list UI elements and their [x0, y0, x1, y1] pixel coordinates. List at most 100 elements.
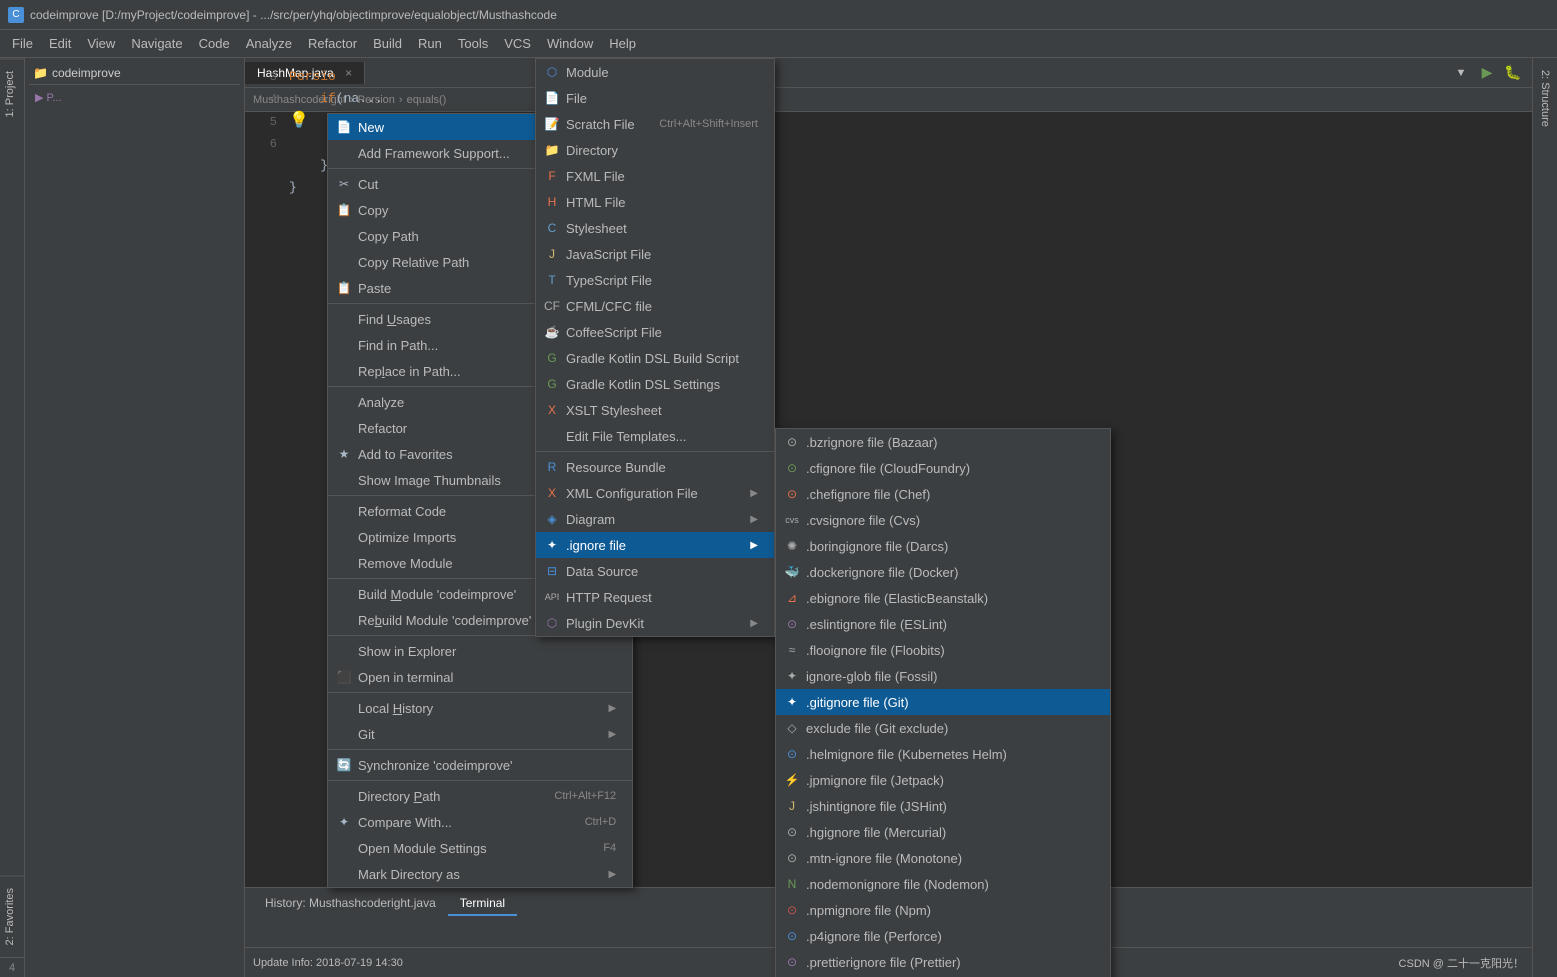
menu-item-label: Find Usages — [358, 312, 564, 327]
cut-icon: ✂ — [336, 176, 352, 192]
status-left: Update Info: 2018-07-19 14:30 — [253, 957, 403, 969]
menu-item-label: Copy Path — [358, 229, 536, 244]
menu-tools[interactable]: Tools — [450, 32, 496, 55]
menu-window[interactable]: Window — [539, 32, 601, 55]
menu-item-open-terminal[interactable]: ⬛ Open in terminal — [328, 664, 632, 690]
status-bar: Update Info: 2018-07-19 14:30 CSDN @ 二十一… — [245, 947, 1532, 977]
sidebar-tab-favorites[interactable]: 2: Favorites — [0, 875, 24, 957]
menu-item-git[interactable]: Git ▶ — [328, 721, 632, 747]
git-icon — [336, 726, 352, 742]
code-line-4: 4 if(na... — [245, 88, 1532, 110]
sidebar-tab-project[interactable]: 1: Project — [0, 58, 24, 129]
menu-item-directory-path[interactable]: Directory Path Ctrl+Alt+F12 — [328, 783, 632, 809]
sidebar-tab-vcs[interactable]: 4 — [0, 957, 24, 977]
project-panel: 📁 codeimprove ▶ P... — [25, 58, 245, 977]
menu-item-new[interactable]: 📄 New ▶ — [328, 114, 632, 140]
shortcut: Ctrl+V — [585, 282, 616, 294]
menu-item-rebuild-module[interactable]: Rebuild Module 'codeimprove' Ctrl+Shift+… — [328, 607, 632, 633]
menu-help[interactable]: Help — [601, 32, 644, 55]
menu-navigate[interactable]: Navigate — [123, 32, 190, 55]
menu-item-replace-in-path[interactable]: Replace in Path... Ctrl+Shift+R — [328, 358, 632, 384]
menu-item-find-usages[interactable]: Find Usages Alt+F7 — [328, 306, 632, 332]
separator — [328, 692, 632, 693]
menu-view[interactable]: View — [79, 32, 123, 55]
menu-item-label: Open Module Settings — [358, 841, 583, 856]
separator — [328, 386, 632, 387]
menu-item-local-history[interactable]: Local History ▶ — [328, 695, 632, 721]
primary-context-menu: 📄 New ▶ Add Framework Support... ✂ Cut C… — [327, 113, 633, 888]
menu-item-analyze[interactable]: Analyze ▶ — [328, 389, 632, 415]
menu-item-label: Directory Path — [358, 789, 534, 804]
menu-item-build-module[interactable]: Build Module 'codeimprove' — [328, 581, 632, 607]
status-right: CSDN @ 二十一克阳光！ — [1399, 955, 1524, 971]
project-tree[interactable]: ▶ P... — [29, 85, 240, 110]
project-icon: 📁 — [33, 66, 48, 80]
menu-item-synchronize[interactable]: 🔄 Synchronize 'codeimprove' — [328, 752, 632, 778]
menu-item-label: Find in Path... — [358, 338, 537, 353]
project-tree-item[interactable]: ▶ P... — [31, 89, 238, 106]
sync-icon: 🔄 — [336, 757, 352, 773]
menu-item-label: Analyze — [358, 395, 600, 410]
menu-item-optimize-imports[interactable]: Optimize Imports Ctrl+Alt+O — [328, 524, 632, 550]
shortcut: F4 — [603, 842, 616, 854]
menu-item-label: New — [358, 120, 600, 135]
menu-item-find-in-path[interactable]: Find in Path... Ctrl+Shift+F — [328, 332, 632, 358]
menu-item-add-framework[interactable]: Add Framework Support... — [328, 140, 632, 166]
paste-icon: 📋 — [336, 280, 352, 296]
menu-vcs[interactable]: VCS — [496, 32, 539, 55]
menu-item-module-settings[interactable]: Open Module Settings F4 — [328, 835, 632, 861]
mark-dir-icon — [336, 866, 352, 882]
menu-item-cut[interactable]: ✂ Cut Ctrl+X — [328, 171, 632, 197]
right-sidebar: 2: Structure — [1532, 58, 1557, 977]
menu-analyze[interactable]: Analyze — [238, 32, 300, 55]
menu-item-label: Copy — [358, 203, 565, 218]
title-bar: C codeimprove [D:/myProject/codeimprove]… — [0, 0, 1557, 30]
menu-item-label: Remove Module — [358, 556, 564, 571]
shortcut: Ctrl+Shift+R — [556, 365, 616, 377]
menu-run[interactable]: Run — [410, 32, 450, 55]
menu-item-mark-directory[interactable]: Mark Directory as ▶ — [328, 861, 632, 887]
framework-icon — [336, 145, 352, 161]
line-number: 4 — [245, 88, 285, 110]
find-usages-icon — [336, 311, 352, 327]
menu-item-show-thumbnails[interactable]: Show Image Thumbnails Ctrl+Shift+T — [328, 467, 632, 493]
bottom-tab-terminal[interactable]: Terminal — [448, 892, 517, 916]
menu-build[interactable]: Build — [365, 32, 410, 55]
menu-item-reformat[interactable]: Reformat Code Ctrl+Alt+L — [328, 498, 632, 524]
menu-item-compare-with[interactable]: ✦ Compare With... Ctrl+D — [328, 809, 632, 835]
copy-path-icon — [336, 228, 352, 244]
favorites-icon: ★ — [336, 446, 352, 462]
menu-file[interactable]: File — [4, 32, 41, 55]
submenu-arrow: ▶ — [608, 449, 616, 460]
menu-item-label: Compare With... — [358, 815, 565, 830]
menu-item-copy-relative[interactable]: Copy Relative Path Ctrl+Alt+Shift+C — [328, 249, 632, 275]
menu-item-remove-module[interactable]: Remove Module Delete — [328, 550, 632, 576]
shortcut: Alt+F7 — [584, 313, 616, 325]
menu-refactor[interactable]: Refactor — [300, 32, 365, 55]
remove-icon — [336, 555, 352, 571]
submenu-arrow: ▶ — [608, 122, 616, 133]
menu-item-label: Add Framework Support... — [358, 146, 616, 161]
menu-item-add-to-favorites[interactable]: ★ Add to Favorites ▶ — [328, 441, 632, 467]
right-tab-structure[interactable]: 2: Structure — [1535, 58, 1555, 139]
shortcut: Delete — [584, 557, 616, 569]
reformat-icon — [336, 503, 352, 519]
shortcut: Ctrl+Alt+F12 — [554, 790, 616, 802]
menu-item-copy[interactable]: 📋 Copy Ctrl+C — [328, 197, 632, 223]
menu-code[interactable]: Code — [191, 32, 238, 55]
menu-item-paste[interactable]: 📋 Paste Ctrl+V — [328, 275, 632, 301]
project-label: codeimprove — [52, 66, 121, 80]
bottom-tab-history[interactable]: History: Musthashcoderight.java — [253, 892, 448, 916]
refactor-icon — [336, 420, 352, 436]
menu-item-copy-path[interactable]: Copy Path Ctrl+Shift+C — [328, 223, 632, 249]
menu-item-label: Open in terminal — [358, 670, 616, 685]
find-in-path-icon — [336, 337, 352, 353]
menu-item-label: Mark Directory as — [358, 867, 600, 882]
separator — [328, 635, 632, 636]
menu-item-show-explorer[interactable]: Show in Explorer — [328, 638, 632, 664]
menu-item-label: Reformat Code — [358, 504, 547, 519]
menu-item-refactor[interactable]: Refactor ▶ — [328, 415, 632, 441]
menu-edit[interactable]: Edit — [41, 32, 79, 55]
optimize-icon — [336, 529, 352, 545]
shortcut: Ctrl+C — [585, 204, 616, 216]
